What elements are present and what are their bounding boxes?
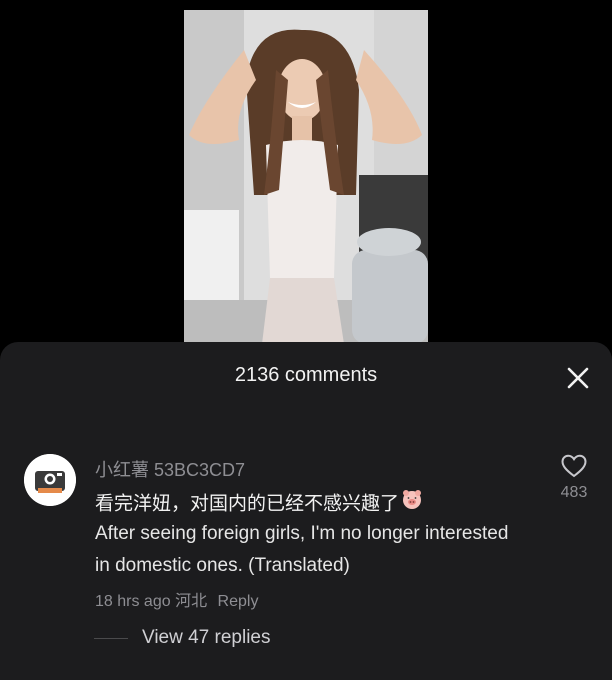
- view-replies-label[interactable]: View 47 replies: [142, 627, 271, 649]
- like-count: 483: [560, 484, 588, 501]
- avatar[interactable]: [24, 454, 76, 506]
- comment-body: 看完洋妞，对国内的已经不感兴趣了: [95, 493, 400, 515]
- location: 河北: [175, 593, 208, 610]
- translated-text: After seeing foreign girls, I'm no longe…: [95, 523, 509, 576]
- video-thumbnail[interactable]: [184, 10, 428, 344]
- like-control: 483: [555, 454, 593, 514]
- view-replies[interactable]: View 47 replies: [94, 626, 271, 650]
- close-icon[interactable]: [564, 364, 592, 392]
- pig-face-emoji-icon: [401, 488, 423, 521]
- comment-meta: 18 hrs ago 河北 Reply: [95, 587, 258, 611]
- divider-line: [94, 637, 128, 639]
- comments-header: 2136 comments: [0, 342, 612, 412]
- comments-count: 2136 comments: [234, 364, 378, 386]
- reply-button[interactable]: Reply: [218, 593, 259, 610]
- comment-item: 小红薯 53BC3CD7 看完洋妞，对国内的已经不感兴趣了 After seei…: [0, 444, 612, 614]
- username[interactable]: 小红薯 53BC3CD7: [95, 456, 245, 482]
- video-area[interactable]: [0, 0, 612, 344]
- comments-sheet: 2136 comments 小红薯 53BC3CD7 看完洋妞，对国内的已经不感…: [0, 342, 612, 680]
- heart-icon[interactable]: [561, 454, 587, 478]
- comment-text: 看完洋妞，对国内的已经不感兴趣了: [95, 488, 525, 521]
- timestamp: 18 hrs ago: [95, 593, 171, 610]
